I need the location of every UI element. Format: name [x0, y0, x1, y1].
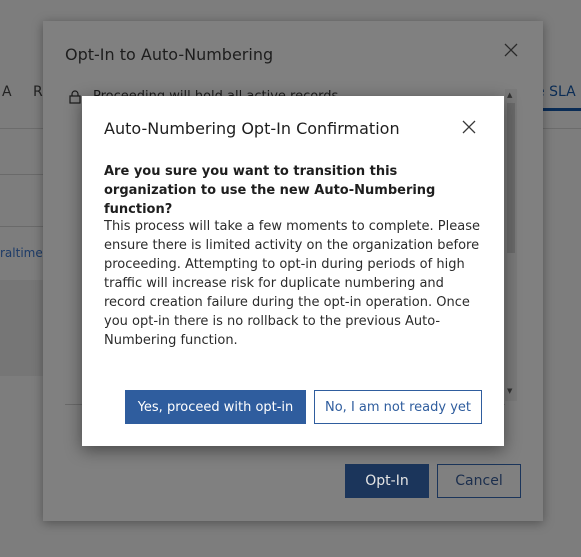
close-icon[interactable]	[462, 119, 480, 137]
yes-proceed-button[interactable]: Yes, proceed with opt-in	[125, 390, 306, 424]
background-tab: R	[33, 84, 43, 100]
lock-icon	[68, 89, 82, 104]
dialog-title: Opt-In to Auto-Numbering	[65, 45, 274, 64]
scroll-down-icon[interactable]: ▼	[507, 387, 512, 395]
background-row	[0, 280, 45, 376]
background-tab: A	[2, 84, 12, 100]
scroll-up-icon[interactable]: ▲	[507, 91, 512, 99]
confirmation-body: This process will take a few moments to …	[104, 219, 480, 348]
opt-in-button[interactable]: Opt-In	[345, 464, 429, 498]
confirmation-dialog: Auto-Numbering Opt-In Confirmation Are y…	[82, 96, 504, 446]
cancel-button[interactable]: Cancel	[437, 464, 521, 498]
not-ready-button[interactable]: No, I am not ready yet	[314, 390, 482, 424]
scrollbar[interactable]	[505, 89, 517, 401]
close-icon[interactable]	[502, 43, 520, 61]
confirmation-title: Auto-Numbering Opt-In Confirmation	[104, 119, 400, 138]
background-divider	[0, 174, 45, 175]
scrollbar-thumb[interactable]	[507, 103, 515, 253]
background-divider	[0, 226, 45, 227]
confirmation-question: Are you sure you want to transition this…	[104, 164, 436, 217]
background-link: raltime	[0, 246, 43, 260]
